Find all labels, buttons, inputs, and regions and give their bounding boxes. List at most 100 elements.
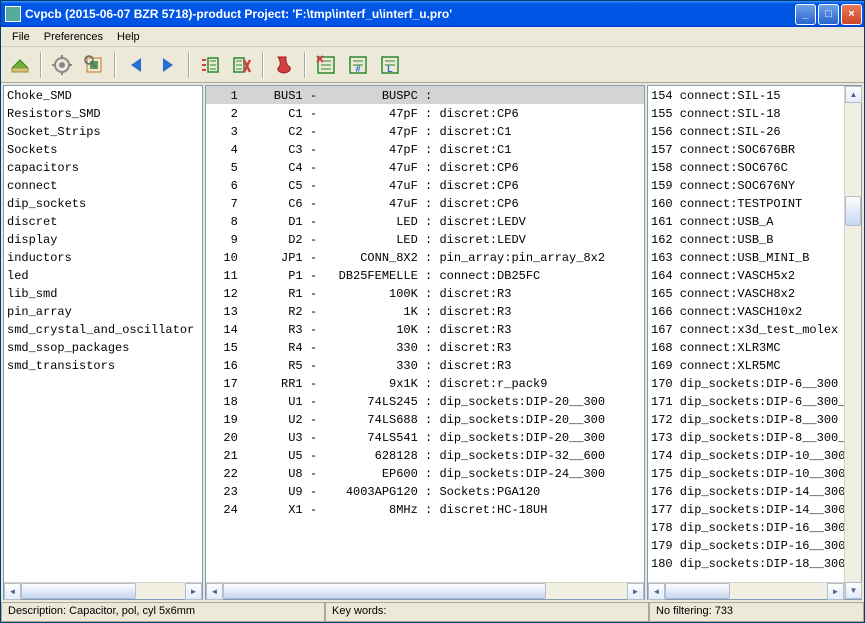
list-item[interactable]: connect xyxy=(4,176,202,194)
list-item[interactable]: 160 connect:TESTPOINT xyxy=(648,194,844,212)
scroll-right-icon[interactable]: ► xyxy=(185,583,202,600)
list-item[interactable]: pin_array xyxy=(4,302,202,320)
minimize-button[interactable]: _ xyxy=(795,4,816,25)
list-item[interactable]: 18 U1 - 74LS245 : dip_sockets:DIP-20__30… xyxy=(206,392,644,410)
list-item[interactable]: 13 R2 - 1K : discret:R3 xyxy=(206,302,644,320)
list-item[interactable]: 2 C1 - 47pF : discret:CP6 xyxy=(206,104,644,122)
list-item[interactable]: Socket_Strips xyxy=(4,122,202,140)
list-item[interactable]: 21 U5 - 628128 : dip_sockets:DIP-32__600 xyxy=(206,446,644,464)
list-item[interactable]: 156 connect:SIL-26 xyxy=(648,122,844,140)
save-button[interactable] xyxy=(5,50,35,80)
list-item[interactable]: 155 connect:SIL-18 xyxy=(648,104,844,122)
list-item[interactable]: 19 U2 - 74LS688 : dip_sockets:DIP-20__30… xyxy=(206,410,644,428)
library-list[interactable]: Choke_SMDResistors_SMDSocket_StripsSocke… xyxy=(4,86,202,582)
list-item[interactable]: led xyxy=(4,266,202,284)
list-item[interactable]: 9 D2 - LED : discret:LEDV xyxy=(206,230,644,248)
list-item[interactable]: 170 dip_sockets:DIP-6__300 xyxy=(648,374,844,392)
list-item[interactable]: 166 connect:VASCH10x2 xyxy=(648,302,844,320)
h-scrollbar[interactable]: ◄ ► xyxy=(648,582,861,599)
list-item[interactable]: lib_smd xyxy=(4,284,202,302)
list-item[interactable]: 7 C6 - 47uF : discret:CP6 xyxy=(206,194,644,212)
list-item[interactable]: 24 X1 - 8MHz : discret:HC-18UH xyxy=(206,500,644,518)
view-footprint-button[interactable] xyxy=(79,50,109,80)
list-item[interactable]: 11 P1 - DB25FEMELLE : connect:DB25FC xyxy=(206,266,644,284)
list-item[interactable]: inductors xyxy=(4,248,202,266)
scroll-right-icon[interactable]: ► xyxy=(627,583,644,600)
list-item[interactable]: 4 C3 - 47pF : discret:C1 xyxy=(206,140,644,158)
list-item[interactable]: 20 U3 - 74LS541 : dip_sockets:DIP-20__30… xyxy=(206,428,644,446)
list-item[interactable]: 176 dip_sockets:DIP-14__300 xyxy=(648,482,844,500)
footprint-list[interactable]: 154 connect:SIL-15155 connect:SIL-18156 … xyxy=(648,86,861,582)
list-item[interactable]: 157 connect:SOC676BR xyxy=(648,140,844,158)
scroll-left-icon[interactable]: ◄ xyxy=(648,583,665,600)
menu-file[interactable]: File xyxy=(5,29,37,45)
list-item[interactable]: 175 dip_sockets:DIP-10__300_E xyxy=(648,464,844,482)
filter-library-button[interactable]: L xyxy=(375,50,405,80)
scroll-left-icon[interactable]: ◄ xyxy=(4,583,21,600)
list-item[interactable]: 162 connect:USB_B xyxy=(648,230,844,248)
list-item[interactable]: 8 D1 - LED : discret:LEDV xyxy=(206,212,644,230)
list-item[interactable]: 159 connect:SOC676NY xyxy=(648,176,844,194)
list-item[interactable]: 158 connect:SOC676C xyxy=(648,158,844,176)
list-item[interactable]: 22 U8 - EP600 : dip_sockets:DIP-24__300 xyxy=(206,464,644,482)
list-item[interactable]: 179 dip_sockets:DIP-16__300_E xyxy=(648,536,844,554)
list-item[interactable]: 17 RR1 - 9x1K : discret:r_pack9 xyxy=(206,374,644,392)
list-item[interactable]: 167 connect:x3d_test_molex xyxy=(648,320,844,338)
list-item[interactable]: 23 U9 - 4003APG120 : Sockets:PGA120 xyxy=(206,482,644,500)
list-item[interactable]: 169 connect:XLR5MC xyxy=(648,356,844,374)
list-item[interactable]: 164 connect:VASCH5x2 xyxy=(648,266,844,284)
list-item[interactable]: 174 dip_sockets:DIP-10__300 xyxy=(648,446,844,464)
list-item[interactable]: Resistors_SMD xyxy=(4,104,202,122)
delete-associations-button[interactable] xyxy=(227,50,257,80)
v-scrollbar[interactable]: ▲ ▼ xyxy=(844,86,861,599)
list-item[interactable]: 168 connect:XLR3MC xyxy=(648,338,844,356)
menu-preferences[interactable]: Preferences xyxy=(37,29,110,45)
list-item[interactable]: 5 C4 - 47uF : discret:CP6 xyxy=(206,158,644,176)
list-item[interactable]: display xyxy=(4,230,202,248)
list-item[interactable]: 15 R4 - 330 : discret:R3 xyxy=(206,338,644,356)
list-item[interactable]: 16 R5 - 330 : discret:R3 xyxy=(206,356,644,374)
prev-button[interactable] xyxy=(121,50,151,80)
list-item[interactable]: 177 dip_sockets:DIP-14__300_E xyxy=(648,500,844,518)
close-button[interactable]: × xyxy=(841,4,862,25)
scroll-left-icon[interactable]: ◄ xyxy=(206,583,223,600)
menu-help[interactable]: Help xyxy=(110,29,147,45)
list-item[interactable]: 161 connect:USB_A xyxy=(648,212,844,230)
filter-pincount-button[interactable]: # xyxy=(343,50,373,80)
list-item[interactable]: smd_transistors xyxy=(4,356,202,374)
toolbar: # L xyxy=(1,47,864,83)
maximize-button[interactable]: □ xyxy=(818,4,839,25)
next-button[interactable] xyxy=(153,50,183,80)
auto-associate-button[interactable] xyxy=(195,50,225,80)
list-item[interactable]: 6 C5 - 47uF : discret:CP6 xyxy=(206,176,644,194)
scroll-up-icon[interactable]: ▲ xyxy=(845,86,862,103)
h-scrollbar[interactable]: ◄ ► xyxy=(206,582,644,599)
list-item[interactable]: smd_ssop_packages xyxy=(4,338,202,356)
list-item[interactable]: dip_sockets xyxy=(4,194,202,212)
h-scrollbar[interactable]: ◄ ► xyxy=(4,582,202,599)
list-item[interactable]: 163 connect:USB_MINI_B xyxy=(648,248,844,266)
list-item[interactable]: 165 connect:VASCH8x2 xyxy=(648,284,844,302)
list-item[interactable]: 180 dip_sockets:DIP-18__300 xyxy=(648,554,844,572)
list-item[interactable]: smd_crystal_and_oscillator xyxy=(4,320,202,338)
list-item[interactable]: 3 C2 - 47pF : discret:C1 xyxy=(206,122,644,140)
list-item[interactable]: 172 dip_sockets:DIP-8__300 xyxy=(648,410,844,428)
pdf-button[interactable] xyxy=(269,50,299,80)
list-item[interactable]: 10 JP1 - CONN_8X2 : pin_array:pin_array_… xyxy=(206,248,644,266)
filter-keywords-button[interactable] xyxy=(311,50,341,80)
list-item[interactable]: 1 BUS1 - BUSPC : xyxy=(206,86,644,104)
scroll-right-icon[interactable]: ► xyxy=(827,583,844,600)
settings-button[interactable] xyxy=(47,50,77,80)
list-item[interactable]: discret xyxy=(4,212,202,230)
list-item[interactable]: 14 R3 - 10K : discret:R3 xyxy=(206,320,644,338)
scroll-down-icon[interactable]: ▼ xyxy=(845,582,862,599)
list-item[interactable]: 154 connect:SIL-15 xyxy=(648,86,844,104)
list-item[interactable]: 12 R1 - 100K : discret:R3 xyxy=(206,284,644,302)
list-item[interactable]: 173 dip_sockets:DIP-8__300_EI xyxy=(648,428,844,446)
list-item[interactable]: Choke_SMD xyxy=(4,86,202,104)
list-item[interactable]: 171 dip_sockets:DIP-6__300_EI xyxy=(648,392,844,410)
list-item[interactable]: Sockets xyxy=(4,140,202,158)
component-list[interactable]: 1 BUS1 - BUSPC : 2 C1 - 47pF : discret:C… xyxy=(206,86,644,582)
list-item[interactable]: capacitors xyxy=(4,158,202,176)
list-item[interactable]: 178 dip_sockets:DIP-16__300 xyxy=(648,518,844,536)
